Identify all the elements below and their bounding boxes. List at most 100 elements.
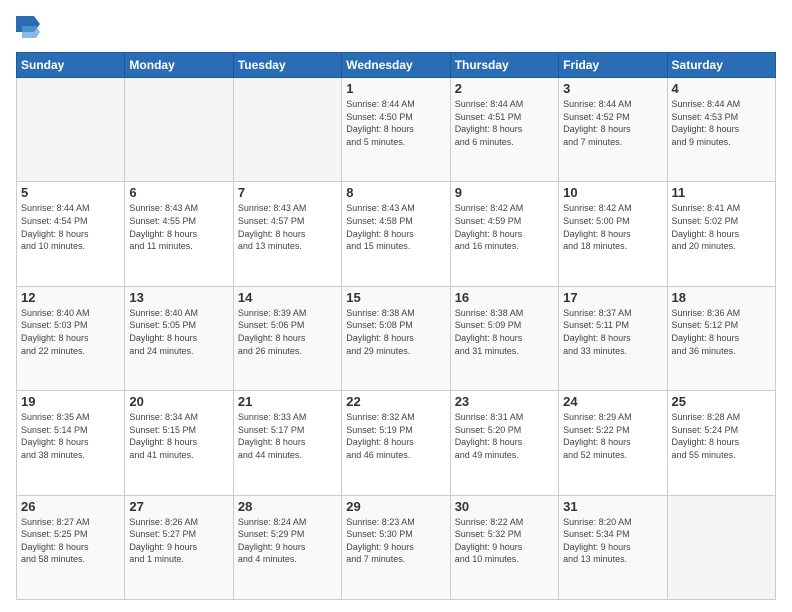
calendar-cell: 24 Sunrise: 8:29 AM Sunset: 5:22 PM Dayli… (559, 391, 667, 495)
calendar-cell: 1 Sunrise: 8:44 AM Sunset: 4:50 PM Daylig… (342, 78, 450, 182)
page: SundayMondayTuesdayWednesdayThursdayFrid… (0, 0, 792, 612)
day-info: Sunrise: 8:43 AM Sunset: 4:55 PM Dayligh… (129, 202, 228, 252)
day-number: 9 (455, 185, 554, 200)
day-info: Sunrise: 8:20 AM Sunset: 5:34 PM Dayligh… (563, 516, 662, 566)
calendar-cell: 7 Sunrise: 8:43 AM Sunset: 4:57 PM Daylig… (233, 182, 341, 286)
calendar-table: SundayMondayTuesdayWednesdayThursdayFrid… (16, 52, 776, 600)
day-info: Sunrise: 8:38 AM Sunset: 5:09 PM Dayligh… (455, 307, 554, 357)
day-info: Sunrise: 8:44 AM Sunset: 4:51 PM Dayligh… (455, 98, 554, 148)
day-number: 16 (455, 290, 554, 305)
day-info: Sunrise: 8:40 AM Sunset: 5:03 PM Dayligh… (21, 307, 120, 357)
calendar-cell: 27 Sunrise: 8:26 AM Sunset: 5:27 PM Dayli… (125, 495, 233, 599)
calendar-cell: 26 Sunrise: 8:27 AM Sunset: 5:25 PM Dayli… (17, 495, 125, 599)
day-number: 30 (455, 499, 554, 514)
calendar-cell: 3Sunrise: 8:44 AM Sunset: 4:52 PM Daylig… (559, 78, 667, 182)
logo (16, 16, 44, 44)
day-number: 28 (238, 499, 337, 514)
day-info: Sunrise: 8:24 AM Sunset: 5:29 PM Dayligh… (238, 516, 337, 566)
week-row-1: 5 Sunrise: 8:44 AM Sunset: 4:54 PM Daylig… (17, 182, 776, 286)
calendar-body: 1 Sunrise: 8:44 AM Sunset: 4:50 PM Daylig… (17, 78, 776, 600)
calendar-cell: 13Sunrise: 8:40 AM Sunset: 5:05 PM Dayli… (125, 286, 233, 390)
day-info: Sunrise: 8:43 AM Sunset: 4:57 PM Dayligh… (238, 202, 337, 252)
calendar-cell: 20Sunrise: 8:34 AM Sunset: 5:15 PM Dayli… (125, 391, 233, 495)
day-info: Sunrise: 8:22 AM Sunset: 5:32 PM Dayligh… (455, 516, 554, 566)
day-info: Sunrise: 8:43 AM Sunset: 4:58 PM Dayligh… (346, 202, 445, 252)
day-info: Sunrise: 8:44 AM Sunset: 4:54 PM Dayligh… (21, 202, 120, 252)
day-info: Sunrise: 8:38 AM Sunset: 5:08 PM Dayligh… (346, 307, 445, 357)
calendar-cell: 25Sunrise: 8:28 AM Sunset: 5:24 PM Dayli… (667, 391, 775, 495)
day-number: 8 (346, 185, 445, 200)
day-info: Sunrise: 8:40 AM Sunset: 5:05 PM Dayligh… (129, 307, 228, 357)
calendar-cell: 5 Sunrise: 8:44 AM Sunset: 4:54 PM Daylig… (17, 182, 125, 286)
day-info: Sunrise: 8:36 AM Sunset: 5:12 PM Dayligh… (672, 307, 771, 357)
day-number: 17 (563, 290, 662, 305)
week-row-0: 1 Sunrise: 8:44 AM Sunset: 4:50 PM Daylig… (17, 78, 776, 182)
calendar-cell: 22 Sunrise: 8:32 AM Sunset: 5:19 PM Dayli… (342, 391, 450, 495)
day-number: 29 (346, 499, 445, 514)
calendar-cell: 19 Sunrise: 8:35 AM Sunset: 5:14 PM Dayli… (17, 391, 125, 495)
day-info: Sunrise: 8:44 AM Sunset: 4:50 PM Dayligh… (346, 98, 445, 148)
day-number: 31 (563, 499, 662, 514)
day-number: 6 (129, 185, 228, 200)
calendar-cell (233, 78, 341, 182)
day-number: 19 (21, 394, 120, 409)
weekday-header-friday: Friday (559, 53, 667, 78)
weekday-header-saturday: Saturday (667, 53, 775, 78)
header (16, 16, 776, 44)
calendar-cell: 12Sunrise: 8:40 AM Sunset: 5:03 PM Dayli… (17, 286, 125, 390)
day-info: Sunrise: 8:26 AM Sunset: 5:27 PM Dayligh… (129, 516, 228, 566)
day-number: 21 (238, 394, 337, 409)
day-info: Sunrise: 8:35 AM Sunset: 5:14 PM Dayligh… (21, 411, 120, 461)
calendar-cell: 9 Sunrise: 8:42 AM Sunset: 4:59 PM Daylig… (450, 182, 558, 286)
calendar-cell: 16 Sunrise: 8:38 AM Sunset: 5:09 PM Dayli… (450, 286, 558, 390)
day-info: Sunrise: 8:39 AM Sunset: 5:06 PM Dayligh… (238, 307, 337, 357)
calendar-header: SundayMondayTuesdayWednesdayThursdayFrid… (17, 53, 776, 78)
day-number: 22 (346, 394, 445, 409)
day-number: 18 (672, 290, 771, 305)
weekday-header-tuesday: Tuesday (233, 53, 341, 78)
calendar-cell: 2 Sunrise: 8:44 AM Sunset: 4:51 PM Daylig… (450, 78, 558, 182)
day-info: Sunrise: 8:37 AM Sunset: 5:11 PM Dayligh… (563, 307, 662, 357)
weekday-row: SundayMondayTuesdayWednesdayThursdayFrid… (17, 53, 776, 78)
calendar-cell: 15Sunrise: 8:38 AM Sunset: 5:08 PM Dayli… (342, 286, 450, 390)
day-info: Sunrise: 8:41 AM Sunset: 5:02 PM Dayligh… (672, 202, 771, 252)
day-info: Sunrise: 8:23 AM Sunset: 5:30 PM Dayligh… (346, 516, 445, 566)
day-number: 2 (455, 81, 554, 96)
day-number: 26 (21, 499, 120, 514)
week-row-2: 12Sunrise: 8:40 AM Sunset: 5:03 PM Dayli… (17, 286, 776, 390)
calendar-cell (667, 495, 775, 599)
day-info: Sunrise: 8:32 AM Sunset: 5:19 PM Dayligh… (346, 411, 445, 461)
day-info: Sunrise: 8:42 AM Sunset: 5:00 PM Dayligh… (563, 202, 662, 252)
weekday-header-sunday: Sunday (17, 53, 125, 78)
day-info: Sunrise: 8:27 AM Sunset: 5:25 PM Dayligh… (21, 516, 120, 566)
day-info: Sunrise: 8:29 AM Sunset: 5:22 PM Dayligh… (563, 411, 662, 461)
calendar-cell: 6 Sunrise: 8:43 AM Sunset: 4:55 PM Daylig… (125, 182, 233, 286)
day-info: Sunrise: 8:44 AM Sunset: 4:53 PM Dayligh… (672, 98, 771, 148)
calendar-cell: 30 Sunrise: 8:22 AM Sunset: 5:32 PM Dayli… (450, 495, 558, 599)
day-info: Sunrise: 8:33 AM Sunset: 5:17 PM Dayligh… (238, 411, 337, 461)
weekday-header-wednesday: Wednesday (342, 53, 450, 78)
day-info: Sunrise: 8:31 AM Sunset: 5:20 PM Dayligh… (455, 411, 554, 461)
calendar-cell (125, 78, 233, 182)
calendar-cell: 28 Sunrise: 8:24 AM Sunset: 5:29 PM Dayli… (233, 495, 341, 599)
day-number: 10 (563, 185, 662, 200)
day-number: 27 (129, 499, 228, 514)
day-number: 7 (238, 185, 337, 200)
day-number: 23 (455, 394, 554, 409)
day-number: 5 (21, 185, 120, 200)
calendar-cell: 29 Sunrise: 8:23 AM Sunset: 5:30 PM Dayli… (342, 495, 450, 599)
weekday-header-thursday: Thursday (450, 53, 558, 78)
day-info: Sunrise: 8:44 AM Sunset: 4:52 PM Dayligh… (563, 98, 662, 148)
day-info: Sunrise: 8:42 AM Sunset: 4:59 PM Dayligh… (455, 202, 554, 252)
logo-icon (16, 16, 40, 44)
day-number: 14 (238, 290, 337, 305)
day-number: 11 (672, 185, 771, 200)
day-number: 1 (346, 81, 445, 96)
calendar-cell: 8 Sunrise: 8:43 AM Sunset: 4:58 PM Daylig… (342, 182, 450, 286)
calendar-cell: 4Sunrise: 8:44 AM Sunset: 4:53 PM Daylig… (667, 78, 775, 182)
day-number: 24 (563, 394, 662, 409)
calendar-cell: 31 Sunrise: 8:20 AM Sunset: 5:34 PM Dayli… (559, 495, 667, 599)
calendar-cell: 10 Sunrise: 8:42 AM Sunset: 5:00 PM Dayli… (559, 182, 667, 286)
calendar-cell: 14 Sunrise: 8:39 AM Sunset: 5:06 PM Dayli… (233, 286, 341, 390)
week-row-3: 19 Sunrise: 8:35 AM Sunset: 5:14 PM Dayli… (17, 391, 776, 495)
